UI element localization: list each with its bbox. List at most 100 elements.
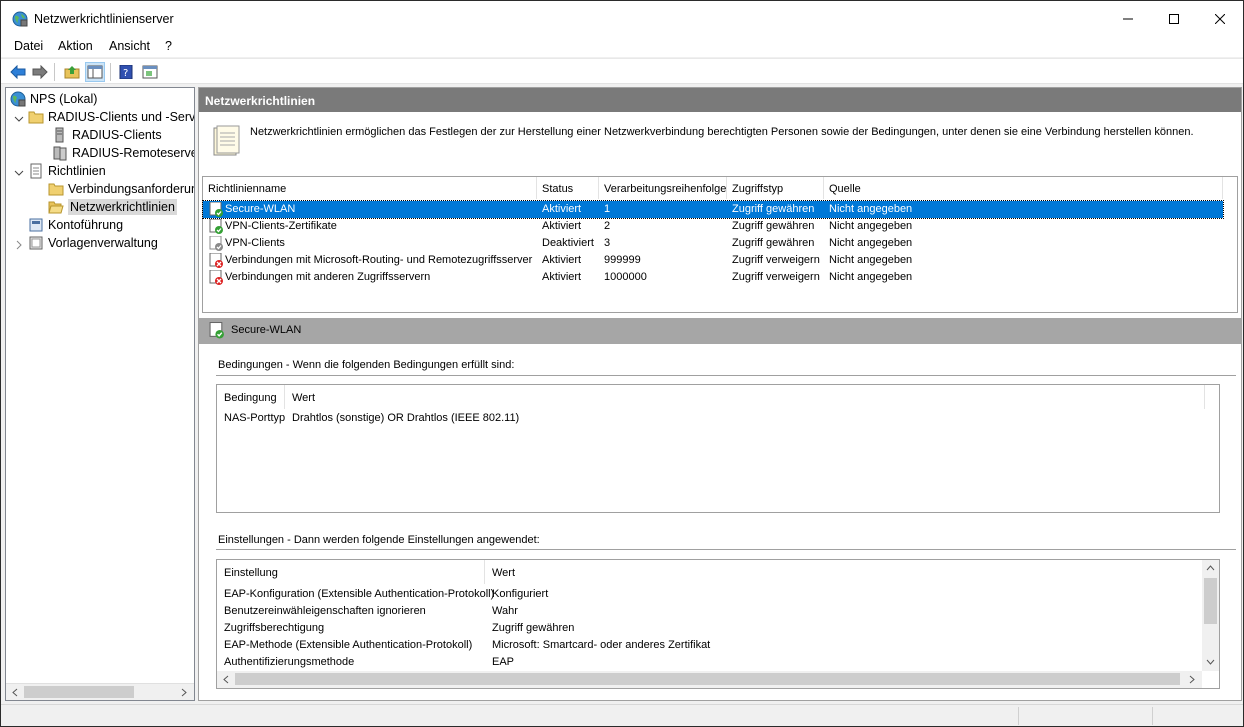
condition-key: NAS-Porttyp [224, 412, 286, 424]
tree-item-radius-clients[interactable]: RADIUS-Clients [52, 126, 162, 144]
column-header-source[interactable]: Quelle [824, 177, 1223, 199]
scroll-right-icon[interactable] [1188, 675, 1196, 684]
tree-item-radius-clients-server[interactable]: RADIUS-Clients und -Server [28, 108, 195, 126]
policy-document-icon [30, 163, 42, 179]
setting-key: Authentifizierungsmethode [224, 656, 355, 668]
templates-icon [29, 236, 43, 250]
policy-grant-icon [209, 322, 224, 339]
folder-icon [28, 111, 44, 124]
scroll-left-icon[interactable] [222, 675, 230, 684]
scroll-left-icon[interactable] [11, 688, 19, 697]
up-level-button[interactable] [62, 62, 82, 82]
toolbar: ? [1, 58, 1243, 84]
pane-header: Netzwerkrichtlinien [199, 88, 1241, 112]
accounting-icon [29, 218, 43, 232]
close-icon [1215, 14, 1225, 24]
policies-table: Richtlinienname Status Verarbeitungsreih… [202, 176, 1238, 313]
console-tree-icon [87, 65, 103, 79]
setting-value: Microsoft: Smartcard- oder anderes Zerti… [492, 639, 711, 651]
policy-disabled-icon [209, 236, 223, 251]
tree-label: RADIUS-Remoteservergruppen [72, 146, 194, 160]
table-row[interactable]: Secure-WLAN Aktiviert 1 Zugriff gewähren… [202, 200, 1224, 219]
nps-globe-icon [10, 91, 26, 107]
column-header-bedingung[interactable]: Bedingung [217, 385, 285, 409]
table-row[interactable]: Verbindungen mit Microsoft-Routing- und … [203, 252, 1223, 269]
folder-up-icon [64, 66, 80, 79]
setting-key: EAP-Konfiguration (Extensible Authentica… [224, 588, 495, 600]
chevron-down-icon[interactable] [14, 114, 24, 124]
tree-scroll-thumb[interactable] [24, 686, 134, 698]
tree-label: NPS (Lokal) [30, 92, 98, 106]
status-segment [1152, 707, 1242, 725]
minimize-button[interactable] [1105, 1, 1151, 37]
tree-item-verbindungsanforderungsrichtlinien[interactable]: Verbindungsanforderungsrichtlinien [48, 180, 194, 198]
policy-deny-icon [209, 253, 223, 268]
tree-item-richtlinien[interactable]: Richtlinien [28, 162, 106, 180]
column-header-name[interactable]: Richtlinienname [203, 177, 537, 199]
table-row[interactable]: VPN-Clients-Zertifikate Aktiviert 2 Zugr… [203, 218, 1223, 235]
tree-item-netzwerkrichtlinien[interactable]: Netzwerkrichtlinien [48, 198, 177, 216]
close-button[interactable] [1197, 1, 1243, 37]
minimize-icon [1123, 18, 1133, 20]
folder-icon [48, 183, 64, 196]
menu-ansicht[interactable]: Ansicht [109, 39, 150, 53]
scroll-right-icon[interactable] [180, 688, 188, 697]
maximize-icon [1169, 14, 1179, 24]
column-header-wert[interactable]: Wert [285, 385, 1205, 409]
table-row[interactable]: VPN-Clients Deaktiviert 3 Zugriff gewähr… [203, 235, 1223, 252]
column-header-status[interactable]: Status [537, 177, 599, 199]
table-row[interactable]: Verbindungen mit anderen Zugriffsservern… [203, 269, 1223, 286]
tree-label: RADIUS-Clients [72, 128, 162, 142]
help-button[interactable]: ? [116, 62, 136, 82]
settings-vscroll-thumb[interactable] [1204, 578, 1217, 624]
tree-item-vorlagenverwaltung[interactable]: Vorlagenverwaltung [28, 234, 158, 252]
tree-item-kontofuehrung[interactable]: Kontoführung [28, 216, 123, 234]
menu-help[interactable]: ? [165, 39, 172, 53]
tree-label: RADIUS-Clients und -Server [48, 110, 195, 124]
chevron-right-icon[interactable] [14, 240, 24, 250]
setting-value: Konfiguriert [492, 588, 549, 600]
policy-grant-icon [209, 202, 223, 217]
maximize-button[interactable] [1151, 1, 1197, 37]
pane-description: Netzwerkrichtlinien ermöglichen das Fest… [250, 126, 1194, 138]
app-window: Netzwerkrichtlinienserver Datei Aktion A… [0, 0, 1244, 727]
status-segment [1018, 707, 1152, 725]
chevron-down-icon[interactable] [14, 168, 24, 178]
policy-deny-icon [209, 270, 223, 285]
column-header-wert[interactable]: Wert [485, 560, 1203, 584]
forward-button[interactable] [30, 62, 50, 82]
status-bar [1, 704, 1243, 726]
console-tree: NPS (Lokal) RADIUS-Clients und -Server R… [5, 87, 195, 701]
nps-globe-icon [12, 11, 28, 27]
column-header-einstellung[interactable]: Einstellung [217, 560, 485, 584]
setting-value: Zugriff gewähren [492, 622, 575, 634]
scroll-down-icon[interactable] [1206, 658, 1215, 666]
column-header-access[interactable]: Zugriffstyp [727, 177, 824, 199]
settings-horizontal-scrollbar[interactable] [217, 671, 1202, 688]
tree-label: Netzwerkrichtlinien [68, 199, 177, 215]
settings-vertical-scrollbar[interactable] [1202, 560, 1219, 671]
setting-value: Wahr [492, 605, 518, 617]
menu-aktion[interactable]: Aktion [58, 39, 93, 53]
settings-list: Einstellung Wert EAP-Konfiguration (Exte… [216, 559, 1220, 689]
back-button[interactable] [8, 62, 28, 82]
result-pane: Netzwerkrichtlinien Netzwerkrichtlinien … [198, 87, 1242, 701]
scroll-up-icon[interactable] [1206, 564, 1215, 572]
tree-item-radius-remoteservergroups[interactable]: RADIUS-Remoteservergruppen [52, 144, 194, 162]
back-arrow-icon [10, 65, 26, 79]
tree-item-nps[interactable]: NPS (Lokal) [10, 90, 97, 108]
settings-hscroll-thumb[interactable] [235, 673, 1180, 685]
conditions-list: Bedingung Wert NAS-Porttyp Drahtlos (son… [216, 384, 1220, 513]
action-pane-button[interactable] [140, 62, 160, 82]
help-book-icon: ? [119, 65, 133, 79]
policy-notepad-icon [213, 125, 240, 156]
show-hide-tree-button[interactable] [85, 62, 105, 82]
detail-header: Secure-WLAN [199, 318, 1241, 344]
conditions-group-title: Bedingungen - Wenn die folgenden Bedingu… [218, 359, 515, 371]
menu-datei[interactable]: Datei [14, 39, 43, 53]
setting-key: Benutzereinwähleigenschaften ignorieren [224, 605, 426, 617]
tree-horizontal-scrollbar[interactable] [6, 683, 194, 700]
settings-group-title: Einstellungen - Dann werden folgende Ein… [218, 534, 540, 546]
column-header-order[interactable]: Verarbeitungsreihenfolge [599, 177, 727, 199]
condition-value: Drahtlos (sonstige) OR Drahtlos (IEEE 80… [292, 412, 520, 424]
